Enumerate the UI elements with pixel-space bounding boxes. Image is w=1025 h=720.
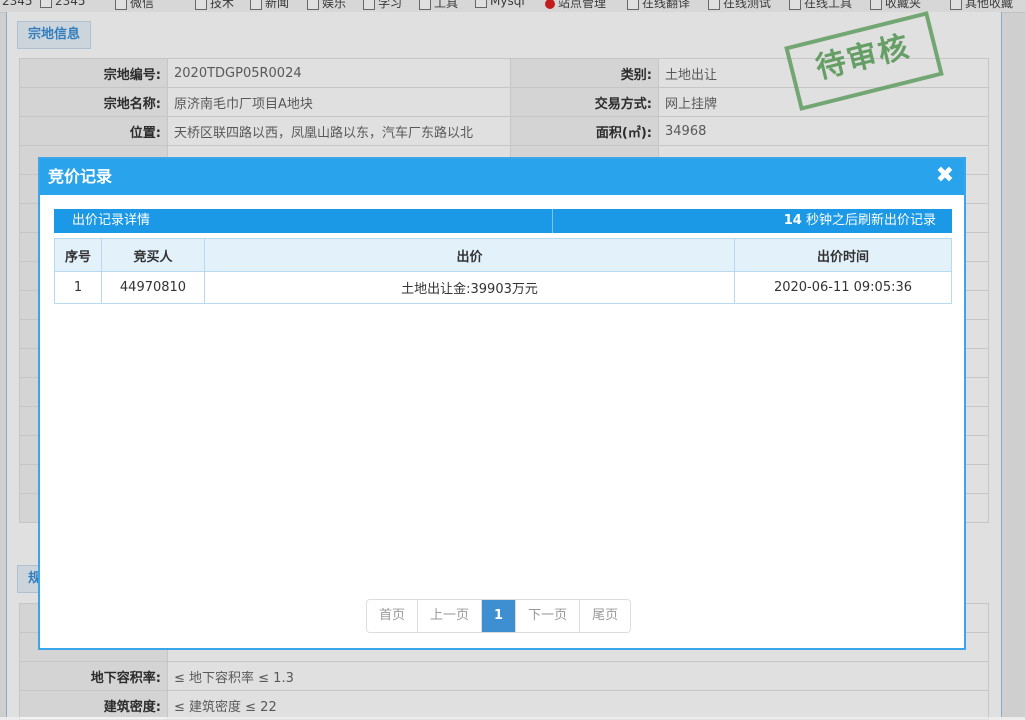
refresh-countdown: 14 秒钟之后刷新出价记录 [784,209,936,233]
column-header-bidder: 竞买人 [101,238,205,272]
cell-time: 2020-06-11 09:05:36 [734,271,952,304]
modal-title: 竞价记录 [48,167,113,186]
prev-page-button[interactable]: 上一页 [418,600,483,632]
cell-no: 1 [54,271,102,304]
first-page-button[interactable]: 首页 [367,600,419,632]
modal-header: 竞价记录 ✖ [40,159,964,195]
table-row: 1 44970810 土地出让金:39903万元 2020-06-11 09:0… [54,271,952,304]
bar-divider [552,209,553,233]
cell-price: 土地出让金:39903万元 [204,271,735,304]
close-icon[interactable]: ✖ [932,163,958,189]
column-header-no: 序号 [54,238,102,272]
next-page-button[interactable]: 下一页 [516,600,581,632]
last-page-button[interactable]: 尾页 [580,600,631,632]
records-detail-label: 出价记录详情 [72,213,151,228]
records-info-bar: 出价记录详情 14 秒钟之后刷新出价记录 [54,209,952,233]
current-page-button[interactable]: 1 [482,600,517,632]
bid-records-modal: 竞价记录 ✖ 出价记录详情 14 秒钟之后刷新出价记录 序号 竞买人 出价 出价… [38,157,966,650]
cell-bidder: 44970810 [101,271,205,304]
column-header-time: 出价时间 [734,238,952,272]
pagination: 首页 上一页 1 下一页 尾页 [366,599,632,633]
countdown-text: 秒钟之后刷新出价记录 [801,213,936,228]
column-header-price: 出价 [204,238,735,272]
bid-records-table: 序号 竞买人 出价 出价时间 1 44970810 土地出让金:39903万元 … [54,238,952,304]
countdown-seconds: 14 [783,213,802,228]
